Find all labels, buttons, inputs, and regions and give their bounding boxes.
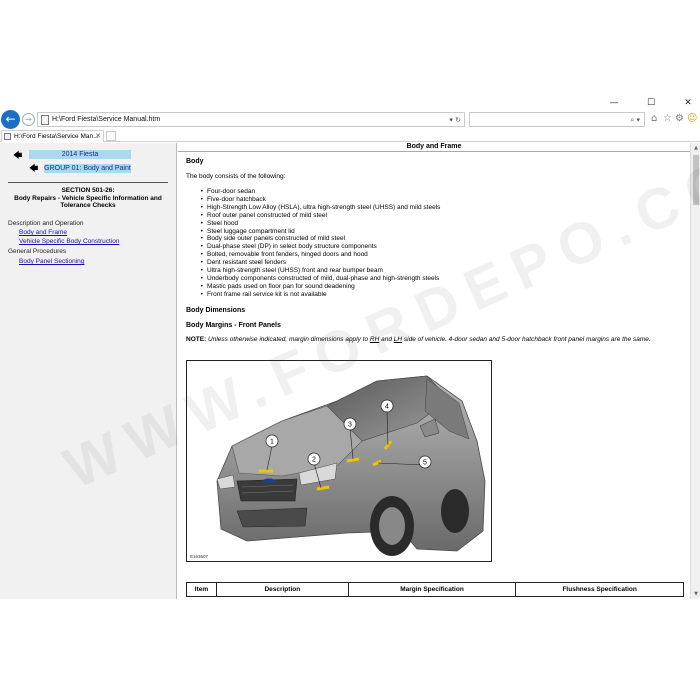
feedback-smiley-icon[interactable]: ☺ [687,113,697,125]
intro-text: The body consists of the following: [186,173,286,180]
forward-button[interactable]: → [22,113,35,126]
list-item: Dual-phase steel (DP) in select body str… [200,243,660,251]
note-part-3: side of vehicle. 4-door sedan and 5-door… [402,336,651,343]
list-item: Steel luggage compartment lid [200,228,660,236]
scroll-thumb[interactable] [693,155,699,205]
column-header: Margin Specification [347,582,517,597]
settings-gear-icon[interactable]: ⚙ [675,113,684,125]
list-item: Mastic pads used on floor pan for sound … [200,283,660,291]
close-window-button[interactable]: ✕ [678,96,698,110]
heading-body-margins: Body Margins - Front Panels [186,322,281,329]
section-title-text: SECTION 501-26: Body Repairs - Vehicle S… [14,187,162,209]
callout-2: 2 [312,457,316,464]
section-title: SECTION 501-26: Body Repairs - Vehicle S… [8,187,168,210]
nav-link-panel-sectioning[interactable]: Body Panel Sectioning [19,258,84,266]
callout-3: 3 [348,422,352,429]
page-title: Body and Frame [406,143,462,150]
callout-4: 4 [385,404,389,411]
arrow-left-icon: ← [5,112,16,126]
car-illustration: 1 2 3 4 5 [216,375,486,556]
address-url[interactable]: H:\Ford Fiesta\Service Manual.htm [52,114,160,126]
scroll-down-icon[interactable]: ▼ [691,589,700,599]
nav-link-body-construction[interactable]: Vehicle Specific Body Construction [19,238,119,246]
tab-label: H:\Ford Fiesta\Service Man... [14,133,99,140]
minimize-button[interactable]: — [604,96,624,110]
divider [178,151,690,152]
tab-service-manual[interactable]: H:\Ford Fiesta\Service Man... ✕ [1,130,104,142]
list-item: Underbody components constructed of mild… [200,275,660,283]
list-item: High-Strength Low Alloy (HSLA), ultra hi… [200,204,660,212]
list-item: Roof outer panel constructed of mild ste… [200,212,660,220]
figure-code: E163607 [190,554,209,559]
divider [8,182,168,183]
margin-spec-table: Item Description Margin Specification Fl… [186,582,684,597]
nav-heading-general-procedures: General Procedures [8,248,67,255]
list-item: Steel hood [200,220,660,228]
list-item: Body side outer panels constructed of mi… [200,235,660,243]
callout-1: 1 [270,439,274,446]
address-dropdown-refresh[interactable]: ▾ ↻ [449,114,461,126]
note-label: NOTE: [186,336,207,343]
note-part-1: Unless otherwise indicated, margin dimen… [206,336,370,343]
list-item: Ultra high-strength steel (UHSS) front a… [200,267,660,275]
table-header-row: Item Description Margin Specification Fl… [186,582,684,597]
document-pane: Body and Frame Body The body consists of… [178,143,690,599]
column-header: Item [186,582,217,597]
page-icon [4,133,11,140]
note-lh: LH [393,336,403,343]
page-content: 🡄 2014 Fiesta 🡄 GROUP 01: Body and Paint… [0,143,700,599]
arrow-right-icon: → [25,115,32,124]
note-text: NOTE: Unless otherwise indicated, margin… [186,336,676,344]
list-item: Dent resistant steel fenders [200,259,660,267]
maximize-button[interactable]: ☐ [641,96,661,110]
group-label: GROUP 01: Body and Paint [44,164,131,173]
nav-heading-description: Description and Operation [8,220,84,227]
column-header: Flushness Specification [515,582,684,597]
vertical-scrollbar[interactable]: ▲ ▼ [690,143,700,599]
heading-body-dimensions: Body Dimensions [186,307,246,314]
list-item: Five-door hatchback [200,196,660,204]
column-header: Description [215,582,349,597]
vehicle-margins-figure: 1 2 3 4 5 E163607 [186,360,492,562]
search-icon[interactable]: ⌕ ▾ [630,114,640,126]
window-caption-buttons: — ☐ ✕ [600,96,700,110]
body-feature-list: Four-door sedan Five-door hatchback High… [200,188,660,299]
page-icon [41,115,49,125]
list-item: Four-door sedan [200,188,660,196]
address-bar[interactable]: H:\Ford Fiesta\Service Manual.htm ▾ ↻ [37,112,465,127]
home-icon[interactable]: ⌂ [651,113,657,125]
new-tab-button[interactable] [106,131,116,141]
navigation-bar: ← → H:\Ford Fiesta\Service Manual.htm ▾ … [0,110,700,130]
arrow-left-icon[interactable]: 🡄 [13,151,22,161]
callout-5: 5 [423,460,427,467]
list-item: Front frame rail service kit is not avai… [200,291,660,299]
nav-link-body-and-frame[interactable]: Body and Frame [19,229,67,237]
tab-strip: H:\Ford Fiesta\Service Man... ✕ [0,130,700,142]
note-part-2: and [379,336,394,343]
back-button[interactable]: ← [1,110,20,129]
scroll-up-icon[interactable]: ▲ [691,143,700,153]
list-item: Bolted, removable front fenders, hinged … [200,251,660,259]
browser-window: — ☐ ✕ ← → H:\Ford Fiesta\Service Manual.… [0,96,700,599]
search-input[interactable]: ⌕ ▾ [469,112,645,127]
close-tab-icon[interactable]: ✕ [95,131,101,142]
note-rh: RH [369,336,380,343]
favorites-star-icon[interactable]: ☆ [663,113,672,125]
sidebar: 🡄 2014 Fiesta 🡄 GROUP 01: Body and Paint… [0,143,177,599]
arrow-left-icon[interactable]: 🡄 [29,164,38,174]
heading-body: Body [186,158,204,165]
model-label: 2014 Fiesta [29,150,131,159]
